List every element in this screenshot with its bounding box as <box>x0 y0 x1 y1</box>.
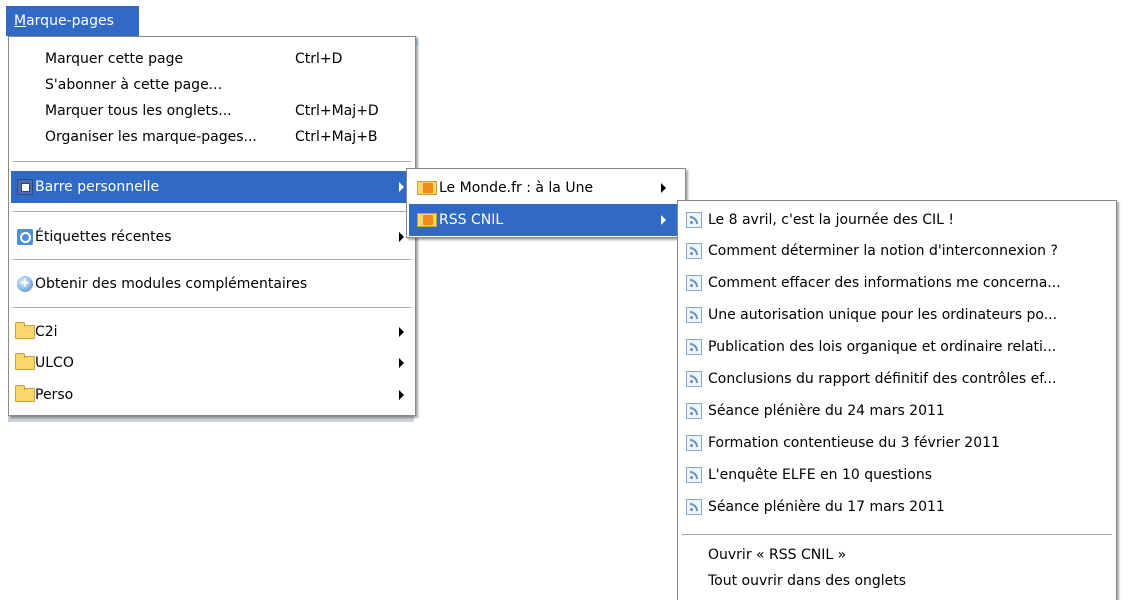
feed-item[interactable]: Comment déterminer la notion d'interconn… <box>680 235 1114 267</box>
feed-item[interactable]: Séance plénière du 24 mars 2011 <box>680 395 1114 427</box>
menu-item-label: C2i <box>35 324 58 340</box>
bookmarks-toolbar-icon <box>17 179 33 195</box>
feed-item-icon <box>686 339 702 355</box>
feed-item[interactable]: Le 8 avril, c'est la journée des CIL ! <box>680 204 1114 236</box>
folder-icon <box>15 322 35 339</box>
menu-item-label: Le Monde.fr : à la Une <box>439 180 594 196</box>
menu-item-organize-bookmarks[interactable]: Organiser les marque-pages... Ctrl+Maj+B <box>11 121 413 153</box>
menu-item-label: RSS CNIL <box>439 212 504 228</box>
bookmarks-menu-title[interactable]: Marque-pages <box>6 6 139 36</box>
folder-icon <box>15 353 35 370</box>
tag-icon <box>17 229 33 245</box>
menu-title-text: arque-pages <box>26 13 114 29</box>
menu-item-label: Le 8 avril, c'est la journée des CIL ! <box>708 212 954 228</box>
bookmarks-toolbar-submenu: Le Monde.fr : à la Une RSS CNIL <box>406 168 686 238</box>
feed-item-icon <box>686 307 702 323</box>
submenu-arrow-icon <box>661 215 666 225</box>
rss-folder-icon <box>417 213 437 227</box>
menu-item-get-addons[interactable]: Obtenir des modules complémentaires <box>11 268 413 300</box>
submenu-arrow-icon <box>661 183 666 193</box>
feed-item[interactable]: Conclusions du rapport définitif des con… <box>680 363 1114 395</box>
submenu-arrow-icon <box>399 182 404 192</box>
menu-item-label: Formation contentieuse du 3 février 2011 <box>708 435 1000 451</box>
menu-item-label: ULCO <box>35 355 74 371</box>
menu-item-label: Obtenir des modules complémentaires <box>35 276 308 292</box>
feed-item-icon <box>686 499 702 515</box>
feed-item-icon <box>686 403 702 419</box>
menu-item-folder-c2i[interactable]: C2i <box>11 316 413 348</box>
menu-item-label: Perso <box>35 387 74 403</box>
menu-item-le-monde-feed[interactable]: Le Monde.fr : à la Une <box>409 172 683 204</box>
feed-item-icon <box>686 467 702 483</box>
rss-folder-icon <box>417 181 437 195</box>
menu-item-label: Comment déterminer la notion d'interconn… <box>708 243 1058 259</box>
menu-item-shortcut: Ctrl+Maj+B <box>295 129 378 145</box>
feed-item-icon <box>686 371 702 387</box>
feed-item-icon <box>686 435 702 451</box>
submenu-arrow-icon <box>399 358 404 368</box>
menu-item-open-all-in-tabs[interactable]: Tout ouvrir dans des onglets <box>680 565 1114 597</box>
submenu-arrow-icon <box>399 327 404 337</box>
menu-item-folder-perso[interactable]: Perso <box>11 379 413 411</box>
menu-title-accelerator: M <box>14 13 27 29</box>
menu-item-label: Conclusions du rapport définitif des con… <box>708 371 1057 387</box>
menu-item-recent-tags[interactable]: Étiquettes récentes <box>11 221 413 253</box>
feed-item[interactable]: Une autorisation unique pour les ordinat… <box>680 299 1114 331</box>
menu-separator <box>13 161 411 162</box>
rss-cnil-submenu: Le 8 avril, c'est la journée des CIL ! C… <box>677 200 1117 600</box>
menu-item-label: Séance plénière du 17 mars 2011 <box>708 499 945 515</box>
feed-item[interactable]: Publication des lois organique et ordina… <box>680 331 1114 363</box>
menu-item-label: Organiser les marque-pages... <box>45 129 257 145</box>
feed-item-icon <box>686 275 702 291</box>
menu-item-label: Séance plénière du 24 mars 2011 <box>708 403 945 419</box>
feed-item-icon <box>686 212 702 228</box>
menu-item-folder-ulco[interactable]: ULCO <box>11 347 413 379</box>
menu-item-label: Étiquettes récentes <box>35 229 172 245</box>
feed-item[interactable]: Comment effacer des informations me conc… <box>680 267 1114 299</box>
folder-icon <box>15 385 35 402</box>
feed-item[interactable]: L'enquête ELFE en 10 questions <box>680 459 1114 491</box>
submenu-arrow-icon <box>399 390 404 400</box>
menu-separator <box>13 259 411 260</box>
menu-item-label: Publication des lois organique et ordina… <box>708 339 1057 355</box>
menu-item-rss-cnil[interactable]: RSS CNIL <box>409 204 683 236</box>
menu-item-bookmarks-toolbar[interactable]: Barre personnelle <box>11 171 413 203</box>
menu-item-label: Comment effacer des informations me conc… <box>708 275 1061 291</box>
menu-separator <box>682 534 1112 535</box>
bookmarks-dropdown-menu: Marquer cette page Ctrl+D S'abonner à ce… <box>8 36 416 416</box>
menu-item-label: Tout ouvrir dans des onglets <box>708 573 907 589</box>
addons-icon <box>17 268 33 300</box>
menu-item-label: L'enquête ELFE en 10 questions <box>708 467 933 483</box>
menu-separator <box>13 307 411 308</box>
menu-separator <box>13 211 411 212</box>
submenu-arrow-icon <box>399 232 404 242</box>
menu-item-label: Barre personnelle <box>35 179 160 195</box>
feed-item-icon <box>686 243 702 259</box>
menu-item-label: Une autorisation unique pour les ordinat… <box>708 307 1058 323</box>
feed-item[interactable]: Séance plénière du 17 mars 2011 <box>680 491 1114 523</box>
feed-item[interactable]: Formation contentieuse du 3 février 2011 <box>680 427 1114 459</box>
